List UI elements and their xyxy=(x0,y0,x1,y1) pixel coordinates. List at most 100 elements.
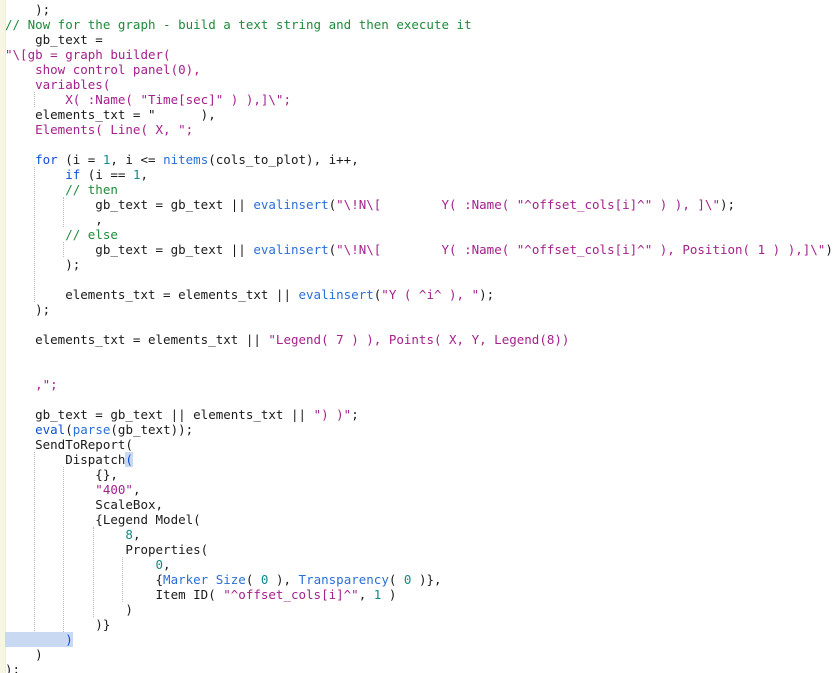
code-line[interactable]: Item ID( "^offset_cols[i]^", 1 ) xyxy=(5,587,833,602)
code-token-cmt: // Now for the graph - build a text stri… xyxy=(5,17,472,32)
code-text-area[interactable]: );// Now for the graph - build a text st… xyxy=(5,2,833,673)
code-token-pl: )}, xyxy=(411,572,442,587)
code-line[interactable]: ); xyxy=(5,2,833,17)
code-line[interactable]: Elements( Line( X, "; xyxy=(5,122,833,137)
code-token-pl: (gb_text)); xyxy=(110,422,194,437)
code-token-pl: ( xyxy=(245,572,261,587)
code-token-fn: evalinsert xyxy=(253,197,329,212)
code-line[interactable]: elements_txt = elements_txt || evalinser… xyxy=(5,287,833,302)
code-token-num: 0 xyxy=(5,557,164,572)
code-token-pl: elements_txt = elements_txt || xyxy=(5,332,269,347)
code-line[interactable] xyxy=(5,137,833,152)
code-line[interactable]: if (i == 1, xyxy=(5,167,833,182)
code-line[interactable]: ) xyxy=(5,602,833,617)
code-line[interactable] xyxy=(5,362,833,377)
code-token-fn: Transparency xyxy=(298,572,389,587)
code-token-pl: , xyxy=(163,557,171,572)
code-token-pl: ); xyxy=(5,662,21,673)
code-line[interactable]: eval(parse(gb_text)); xyxy=(5,422,833,437)
code-token-str: "\!N\[ Y( :Name( "^offset_cols[i]^" ) ),… xyxy=(336,197,720,212)
code-token-pl: elements_txt = elements_txt || xyxy=(5,287,299,302)
code-line[interactable]: gb_text = xyxy=(5,32,833,47)
code-line[interactable]: "\[gb = graph builder( xyxy=(5,47,833,62)
code-line[interactable]: // then xyxy=(5,182,833,197)
code-token-pl: ( xyxy=(388,572,404,587)
code-token-pl: ); xyxy=(5,302,51,317)
code-token-str: "Y ( ^i^ ), " xyxy=(381,287,480,302)
code-token-pl: {Legend Model( xyxy=(5,512,201,527)
code-token-pl: ScaleBox, xyxy=(5,497,164,512)
code-editor[interactable]: );// Now for the graph - build a text st… xyxy=(0,0,833,673)
code-line[interactable]: 0, xyxy=(5,557,833,572)
code-token-pl: , xyxy=(358,587,374,602)
code-line[interactable]: 8, xyxy=(5,527,833,542)
code-token-fn: parse xyxy=(72,422,111,437)
code-token-pl: gb_text = gb_text || elements_txt || xyxy=(5,407,314,422)
code-token-pl: ( xyxy=(65,422,73,437)
code-token-str: Elements( Line( X, "; xyxy=(5,122,194,137)
code-token-fn: evalinsert xyxy=(253,242,329,257)
code-line[interactable]: gb_text = gb_text || evalinsert("\!N\[ Y… xyxy=(5,197,833,212)
code-token-pl: Properties( xyxy=(5,542,209,557)
code-line[interactable]: // Now for the graph - build a text stri… xyxy=(5,17,833,32)
code-token-str: "Legend( 7 ) ), Points( X, Y, Legend(8)) xyxy=(268,332,570,347)
code-token-pl: SendToReport( xyxy=(5,437,133,452)
code-token-pl: ); xyxy=(479,287,495,302)
code-token-str: variables( xyxy=(5,77,111,92)
code-token-str: X( :Name( "Time[sec]" ) ),]\"; xyxy=(5,92,291,107)
code-token-str: ") )" xyxy=(313,407,352,422)
code-line[interactable] xyxy=(5,347,833,362)
code-line[interactable]: ,"; xyxy=(5,377,833,392)
code-token-pl: , xyxy=(132,527,141,542)
code-line[interactable]: ScaleBox, xyxy=(5,497,833,512)
code-line[interactable] xyxy=(5,392,833,407)
code-token-str: "\[gb = graph builder( xyxy=(5,47,171,62)
code-line[interactable]: elements_txt = " ), xyxy=(5,107,833,122)
code-line[interactable]: ); xyxy=(5,257,833,272)
code-line[interactable]: , xyxy=(5,212,833,227)
code-line[interactable]: ); xyxy=(5,662,833,673)
code-token-kw: if xyxy=(5,167,81,182)
code-token-str: "\!N\[ Y( :Name( "^offset_cols[i]^" ), P… xyxy=(336,242,826,257)
code-line[interactable]: for (i = 1, i <= nitems(cols_to_plot), i… xyxy=(5,152,833,167)
code-line[interactable] xyxy=(5,317,833,332)
code-line[interactable]: ) xyxy=(5,647,833,662)
code-line[interactable]: show control panel(0), xyxy=(5,62,833,77)
code-token-pl: , xyxy=(140,167,149,182)
code-token-pl: ; xyxy=(351,407,359,422)
code-line[interactable] xyxy=(5,272,833,287)
code-token-pl: , xyxy=(132,482,141,497)
code-line[interactable]: X( :Name( "Time[sec]" ) ),]\"; xyxy=(5,92,833,107)
code-line[interactable]: )} xyxy=(5,617,833,632)
code-line[interactable]: // else xyxy=(5,227,833,242)
code-token-pl: ) xyxy=(5,647,43,662)
code-line[interactable]: Dispatch( xyxy=(5,452,833,467)
code-line[interactable]: gb_text = gb_text || elements_txt || ") … xyxy=(5,407,833,422)
code-token-pl: Item ID( xyxy=(5,587,224,602)
code-line[interactable]: gb_text = gb_text || evalinsert("\!N\[ Y… xyxy=(5,242,833,257)
code-token-pl: ); xyxy=(719,197,736,212)
code-line[interactable]: {Legend Model( xyxy=(5,512,833,527)
code-token-kw: for xyxy=(5,152,58,167)
code-token-pl: ); xyxy=(825,242,833,257)
code-token-pl: , xyxy=(5,212,103,227)
code-token-pl: {}, xyxy=(5,467,118,482)
code-token-pl: ) xyxy=(5,602,133,617)
code-token-str: "400" xyxy=(5,482,133,497)
code-line[interactable]: variables( xyxy=(5,77,833,92)
code-line[interactable]: ) xyxy=(5,632,833,647)
code-token-pl: )} xyxy=(5,617,111,632)
code-token-pl: (cols_to_plot), i++, xyxy=(208,152,359,167)
code-token-fn: evalinsert xyxy=(298,287,374,302)
code-line[interactable]: {}, xyxy=(5,467,833,482)
code-token-pl: Dispatch xyxy=(5,452,126,467)
code-line[interactable]: Properties( xyxy=(5,542,833,557)
code-token-fn: Marker Size xyxy=(163,572,246,587)
code-line[interactable]: SendToReport( xyxy=(5,437,833,452)
code-line[interactable]: "400", xyxy=(5,482,833,497)
code-token-pl: elements_txt = " ), xyxy=(5,107,216,122)
code-token-num: 8 xyxy=(5,527,133,542)
code-line[interactable]: ); xyxy=(5,302,833,317)
code-line[interactable]: {Marker Size( 0 ), Transparency( 0 )}, xyxy=(5,572,833,587)
code-line[interactable]: elements_txt = elements_txt || "Legend( … xyxy=(5,332,833,347)
